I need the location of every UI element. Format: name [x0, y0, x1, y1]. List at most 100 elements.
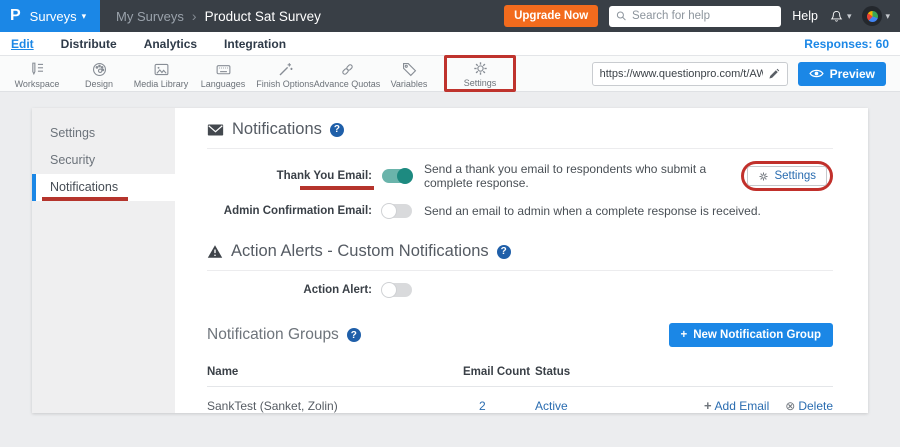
action-alert-row: Action Alert: [207, 283, 833, 297]
group-email-count-link[interactable]: 2 [463, 399, 523, 413]
chevron-down-icon: ▾ [885, 12, 890, 21]
edit-toolbar: Workspace Design Media Library Languages… [0, 56, 900, 92]
settings-gear-icon [472, 60, 489, 77]
notifications-bell-menu[interactable]: ▾ [829, 9, 852, 24]
delete-button[interactable]: ⊗ Delete [785, 398, 833, 413]
app-menu-label: Surveys [30, 9, 77, 24]
breadcrumb-separator-icon: › [192, 8, 197, 24]
tab-integration[interactable]: Integration [224, 37, 286, 51]
help-search-box[interactable] [609, 6, 781, 27]
gear-icon [758, 171, 769, 182]
notification-groups-table: Name Email Count Status SankTest (Sanket… [207, 359, 833, 413]
divider [207, 148, 833, 149]
sidebar-item-security[interactable]: Security [32, 147, 175, 174]
settings-sidebar: Settings Security Notifications [32, 108, 175, 413]
admin-confirmation-toggle[interactable] [382, 204, 412, 218]
column-header-email-count: Email Count [463, 366, 523, 378]
languages-icon [215, 61, 232, 78]
sidebar-item-notifications[interactable]: Notifications [32, 174, 175, 201]
settings-button-label: Settings [774, 170, 816, 182]
action-alert-toggle[interactable] [382, 283, 412, 297]
tab-edit[interactable]: Edit [11, 37, 34, 51]
plus-icon: + [704, 398, 712, 413]
help-icon[interactable]: ? [347, 328, 361, 342]
admin-confirmation-description: Send an email to admin when a complete r… [424, 204, 761, 218]
warning-icon [207, 244, 223, 259]
new-group-label: New Notification Group [693, 329, 821, 341]
action-alerts-section-header: Action Alerts - Custom Notifications ? [207, 242, 833, 261]
tab-analytics[interactable]: Analytics [144, 37, 197, 51]
section-title: Notifications [232, 120, 322, 139]
add-email-label: Add Email [715, 399, 770, 413]
notification-groups-header: Notification Groups ? + New Notification… [207, 323, 833, 347]
toolbar-item-variables[interactable]: Variables [378, 59, 440, 89]
delete-circle-icon: ⊗ [785, 399, 795, 413]
toolbar-label: Advance Quotas [314, 79, 381, 89]
surveys-app-menu[interactable]: P Surveys ▾ [0, 0, 100, 32]
workspace-icon [29, 61, 46, 78]
table-row: SankTest (Sanket, Zolin) 2 Active + Add … [207, 387, 833, 413]
toolbar-item-advance-quotas[interactable]: Advance Quotas [316, 59, 378, 89]
thank-you-email-toggle[interactable] [382, 169, 412, 183]
preview-label: Preview [830, 67, 875, 81]
toolbar-item-languages[interactable]: Languages [192, 59, 254, 89]
annotation-thank-you-underline [300, 186, 374, 190]
tab-distribute[interactable]: Distribute [61, 37, 117, 51]
account-menu[interactable]: ▾ [862, 6, 890, 26]
group-name: SankTest (Sanket, Zolin) [207, 399, 463, 413]
new-notification-group-button[interactable]: + New Notification Group [669, 323, 834, 347]
settings-card: Settings Security Notifications Notifica… [32, 108, 868, 413]
toolbar-item-finish-options[interactable]: Finish Options [254, 59, 316, 89]
annotation-settings-toolbar: Settings [444, 55, 516, 92]
toolbar-item-settings[interactable]: Settings [449, 58, 511, 88]
sidebar-item-label: Notifications [50, 180, 118, 194]
toolbar-item-media-library[interactable]: Media Library [130, 59, 192, 89]
action-alert-label: Action Alert: [207, 284, 372, 296]
responses-count[interactable]: Responses: 60 [804, 37, 889, 51]
chevron-down-icon: ▾ [82, 12, 87, 21]
admin-confirmation-row: Admin Confirmation Email: Send an email … [207, 204, 833, 218]
divider [207, 270, 833, 271]
sidebar-item-settings[interactable]: Settings [32, 120, 175, 147]
toolbar-item-workspace[interactable]: Workspace [6, 59, 68, 89]
toolbar-label: Finish Options [256, 79, 314, 89]
toolbar-item-design[interactable]: Design [68, 59, 130, 89]
media-library-icon [153, 61, 170, 78]
chevron-down-icon: ▾ [847, 12, 852, 21]
group-status-link[interactable]: Active [523, 399, 643, 413]
add-email-button[interactable]: + Add Email [704, 398, 769, 413]
design-icon [91, 61, 108, 78]
toolbar-label: Languages [201, 79, 246, 89]
table-header-row: Name Email Count Status [207, 359, 833, 387]
help-link[interactable]: Help [792, 9, 818, 23]
help-icon[interactable]: ? [497, 245, 511, 259]
survey-nav: Edit Distribute Analytics Integration Re… [0, 32, 900, 56]
survey-url-input[interactable] [600, 68, 763, 80]
questionpro-logo: P [10, 7, 21, 25]
search-icon [616, 10, 627, 22]
breadcrumb-my-surveys[interactable]: My Surveys [116, 9, 184, 24]
toolbar-label: Media Library [134, 79, 189, 89]
toolbar-label: Settings [464, 78, 497, 88]
search-input[interactable] [632, 10, 774, 22]
survey-url-box [592, 62, 788, 86]
column-header-name: Name [207, 366, 463, 378]
section-title: Notification Groups [207, 326, 339, 344]
finish-options-icon [277, 61, 294, 78]
upgrade-now-button[interactable]: Upgrade Now [504, 5, 598, 27]
page-title: Product Sat Survey [205, 9, 321, 24]
help-icon[interactable]: ? [330, 123, 344, 137]
toolbar-label: Design [85, 79, 113, 89]
preview-button[interactable]: Preview [798, 62, 886, 86]
thank-you-settings-button[interactable]: Settings [747, 166, 827, 186]
annotation-settings-button-circle: Settings [741, 161, 833, 191]
thank-you-email-description: Send a thank you email to respondents wh… [424, 162, 729, 190]
column-header-status: Status [523, 366, 643, 378]
annotation-notifications-underline [42, 197, 128, 201]
avatar [862, 6, 882, 26]
toolbar-label: Variables [391, 79, 428, 89]
edit-url-button[interactable] [768, 68, 780, 80]
toolbar-label: Workspace [15, 79, 60, 89]
notifications-panel: Notifications ? Thank You Email: Send a … [175, 108, 868, 413]
thank-you-email-row: Thank You Email: Send a thank you email … [207, 161, 833, 191]
